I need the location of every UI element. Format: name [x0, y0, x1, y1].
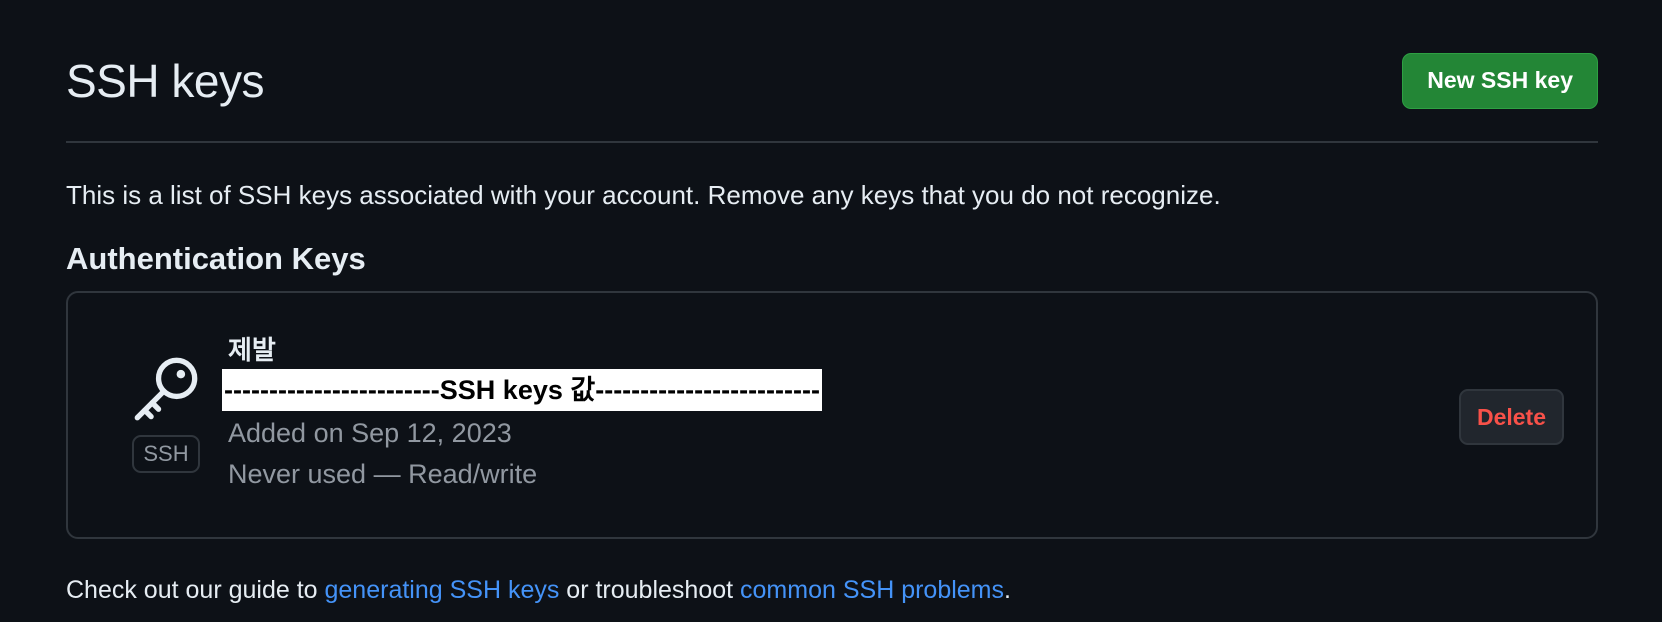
key-icon-column: SSH: [132, 355, 200, 473]
footer-suffix: .: [1004, 576, 1011, 604]
key-fingerprint: ------------------------SSH keys 값------…: [222, 369, 822, 411]
ssh-key-item: SSH 제발 ------------------------SSH keys …: [66, 291, 1598, 539]
key-added-date: Added on Sep 12, 2023: [228, 418, 512, 448]
intro-text: This is a list of SSH keys associated wi…: [66, 180, 1221, 210]
key-usage: Never used — Read/write: [228, 459, 538, 489]
footer-help-text: Check out our guide to generating SSH ke…: [66, 576, 1598, 605]
ssh-keys-page: SSH keys New SSH key This is a list of S…: [0, 0, 1662, 622]
section-title: Authentication Keys: [66, 241, 366, 276]
generating-ssh-keys-link[interactable]: generating SSH keys: [325, 576, 560, 604]
key-icon: [134, 357, 198, 421]
footer-middle: or troubleshoot: [559, 576, 741, 604]
page-title: SSH keys: [66, 54, 264, 107]
key-title: 제발: [228, 335, 276, 365]
key-details: 제발 ------------------------SSH keys 값---…: [222, 333, 822, 495]
new-ssh-key-button[interactable]: New SSH key: [1402, 52, 1598, 109]
ssh-badge: SSH: [132, 435, 200, 473]
common-ssh-problems-link[interactable]: common SSH problems: [740, 576, 1004, 604]
page-header: SSH keys New SSH key: [66, 0, 1598, 143]
delete-key-button[interactable]: Delete: [1458, 389, 1564, 445]
footer-prefix: Check out our guide to: [66, 576, 325, 604]
